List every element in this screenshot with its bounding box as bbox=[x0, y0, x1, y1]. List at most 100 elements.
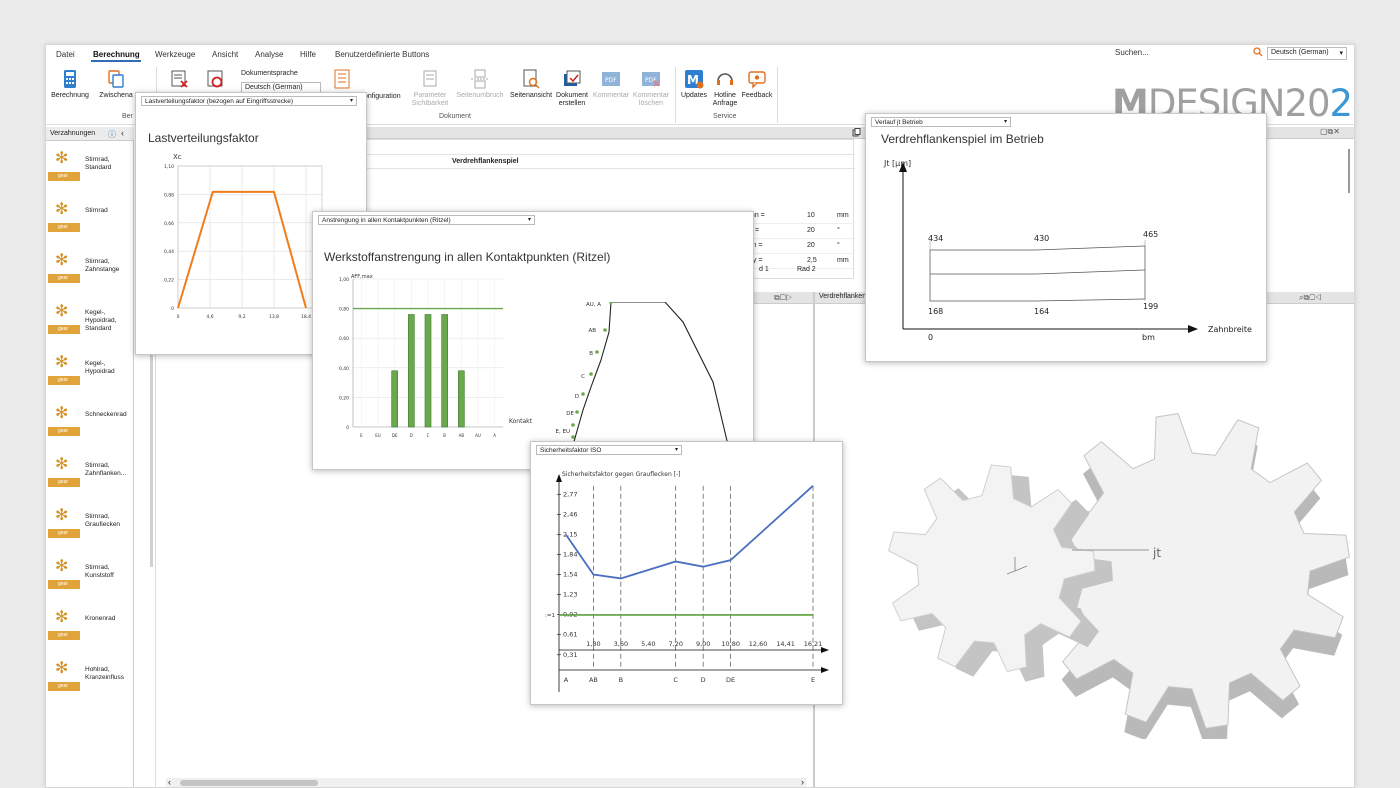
seitenumbruch-label: Seitenumbruch bbox=[456, 92, 504, 99]
sidebar-item-label: Schneckenrad bbox=[85, 411, 133, 427]
label-line-1: Kegel-, bbox=[85, 309, 106, 316]
bottom-value-left: 168 bbox=[928, 307, 943, 316]
lastverteilungsfaktor-dropdown[interactable]: Lastverteilungsfaktor (bezogen auf Eingr… bbox=[141, 96, 357, 106]
feedback-label: Feedback bbox=[741, 92, 773, 99]
info-icon[interactable]: ⓘ bbox=[108, 129, 116, 140]
sidebar-item[interactable]: ✻ gear Kronenrad bbox=[48, 606, 132, 646]
gear-view-controls-icon[interactable]: ⌕⧉▢◁ bbox=[1299, 293, 1322, 303]
sidebar-item[interactable]: ✻ gear Schneckenrad bbox=[48, 402, 132, 442]
active-menu-underline bbox=[91, 60, 141, 62]
zwischenablage-button[interactable]: Zwischena bbox=[96, 69, 136, 100]
right-pane-tabstrip bbox=[1266, 127, 1354, 139]
scroll-left-icon[interactable]: ‹ bbox=[168, 777, 171, 787]
search-input[interactable]: Suchen... bbox=[1115, 48, 1263, 61]
sidebar-item-label: Stirnrad, Zahnstange bbox=[85, 258, 133, 274]
kommentar-button[interactable]: PDF Kommentar bbox=[591, 69, 631, 100]
backlash-chart: Jt [µm] 434 430 465 168 164 199 Zahnbrei… bbox=[883, 159, 1252, 342]
menu-ansicht[interactable]: Ansicht bbox=[212, 50, 238, 59]
y-tick-label: 0,40 bbox=[339, 366, 349, 372]
gear-3d-view[interactable]: jt bbox=[887, 409, 1355, 739]
x-tick-label: 5,40 bbox=[641, 640, 655, 648]
configuration-icon[interactable] bbox=[334, 69, 350, 89]
sidebar-item[interactable]: ✻ gear Stirnrad, Kunststoff bbox=[48, 555, 132, 595]
sidebar-item[interactable]: ✻ gear Kegel-, Hypoidrad, Standard bbox=[48, 300, 132, 340]
scrollbar-thumb[interactable] bbox=[180, 780, 318, 786]
bottom-value-right: 199 bbox=[1143, 302, 1158, 311]
sidebar-item[interactable]: ✻ gear Kegel-, Hypoidrad bbox=[48, 351, 132, 391]
verlauf-dropdown[interactable]: Verlauf jt Betrieb bbox=[871, 117, 1011, 127]
gear-type-icon: ✻ gear bbox=[48, 508, 80, 538]
horizontal-scrollbar[interactable]: ‹ › bbox=[166, 777, 806, 787]
sicherheitsfaktor-dropdown[interactable]: Sicherheitsfaktor ISO bbox=[536, 445, 682, 455]
top-value-left: 434 bbox=[928, 234, 943, 243]
menu-berechnung[interactable]: Berechnung bbox=[93, 50, 140, 59]
page-preview-icon bbox=[523, 69, 540, 89]
y-tick-label: 1,10 bbox=[164, 164, 174, 170]
gear-view-tab-label[interactable]: Verdrehflanken bbox=[819, 293, 866, 300]
y-tick-label: 0,44 bbox=[164, 249, 174, 255]
menu-analyse[interactable]: Analyse bbox=[255, 50, 283, 59]
gear-type-icon: ✻ gear bbox=[48, 253, 80, 283]
seitenansicht-button[interactable]: Seitenansicht bbox=[508, 69, 554, 100]
sidebar-item[interactable]: ✻ gear Stirnrad, Zahnflanken... bbox=[48, 453, 132, 493]
kommentar-loeschen-button[interactable]: PDF Kommentar löschen bbox=[631, 69, 671, 108]
param-value: 2,5 bbox=[807, 257, 817, 264]
berechnung-button[interactable]: Berechnung bbox=[50, 69, 90, 100]
right-pane-window-icons[interactable]: ▢⧉✕ bbox=[1320, 127, 1340, 137]
updates-button[interactable]: M Updates bbox=[679, 69, 709, 100]
delete-results-icon[interactable] bbox=[170, 69, 190, 89]
label-line-3: Standard bbox=[85, 325, 112, 332]
dokumentsprache-label: Dokumentsprache bbox=[241, 70, 298, 77]
ribbon-separator bbox=[675, 67, 676, 123]
language-select[interactable]: Deutsch (German) bbox=[1267, 47, 1347, 60]
y-tick-label: 0,66 bbox=[164, 221, 174, 227]
seitenumbruch-button[interactable]: Seitenumbruch bbox=[456, 69, 504, 100]
sidebar-item[interactable]: ✻ gear Stirnrad, Standard bbox=[48, 147, 132, 187]
menu-datei[interactable]: Datei bbox=[56, 50, 75, 59]
collapse-left-icon[interactable]: ‹ bbox=[121, 128, 124, 138]
anstrengung-dropdown[interactable]: Anstrengung in allen Kontaktpunkten (Rit… bbox=[318, 215, 535, 225]
y-tick-label: 0,22 bbox=[164, 278, 174, 284]
contact-point-label: DE bbox=[726, 676, 735, 684]
contact-point-label: E bbox=[811, 676, 815, 684]
bar bbox=[391, 370, 398, 428]
hotline-anfrage-button[interactable]: Hotline Anfrage bbox=[710, 69, 740, 108]
menu-werkzeuge[interactable]: Werkzeuge bbox=[155, 50, 195, 59]
sidebar-item-label: Stirnrad, Zahnflanken... bbox=[85, 462, 133, 478]
scroll-right-icon[interactable]: › bbox=[801, 777, 804, 787]
sidebar-item[interactable]: ✻ gear Stirnrad bbox=[48, 198, 132, 238]
backlash-y-label: Jt [µm] bbox=[883, 159, 911, 168]
y-tick-label: 2,77 bbox=[563, 490, 577, 498]
x-category-label: D bbox=[410, 433, 413, 438]
contact-point bbox=[603, 328, 607, 332]
search-icon[interactable] bbox=[1253, 47, 1263, 57]
updates-label: Updates bbox=[680, 92, 708, 99]
verdrehflankenspiel-panel: Verlauf jt Betrieb Verdrehflankenspiel i… bbox=[865, 113, 1267, 362]
contact-point bbox=[571, 435, 575, 439]
gear-type-icon: ✻ gear bbox=[48, 151, 80, 181]
restore-icon[interactable] bbox=[852, 128, 861, 137]
report-pane-controls-icon[interactable]: ⧉▢▷ bbox=[774, 293, 792, 303]
updates-icon: M bbox=[685, 70, 704, 89]
right-pane-scrollbar[interactable] bbox=[1348, 149, 1350, 193]
menu-benutzerdefinierte-buttons[interactable]: Benutzerdefinierte Buttons bbox=[335, 50, 429, 59]
sidebar-item[interactable]: ✻ gear Stirnrad, Zahnstange bbox=[48, 249, 132, 289]
dokument-erstellen-button[interactable]: Dokument erstellen bbox=[552, 69, 592, 108]
menu-hilfe[interactable]: Hilfe bbox=[300, 50, 316, 59]
y-tick-label: 1,54 bbox=[563, 571, 577, 579]
sichtbarkeit-label: Sichtbarkeit bbox=[411, 100, 449, 107]
logo-year-a: 20 bbox=[1284, 82, 1330, 125]
configuration-label[interactable]: onfiguration bbox=[364, 93, 401, 101]
feedback-button[interactable]: Feedback bbox=[740, 69, 774, 100]
x-tick-label: 9,2 bbox=[238, 314, 245, 320]
sidebar-item[interactable]: ✻ gear Hohlrad, Kranzeinfluss bbox=[48, 657, 132, 697]
parameter-sichtbarkeit-button[interactable]: Parameter Sichtbarkeit bbox=[410, 69, 450, 108]
x-category-label: EU bbox=[375, 433, 381, 438]
contact-point-label: B bbox=[619, 676, 623, 684]
calculator-icon bbox=[64, 70, 76, 88]
settings-doc-icon[interactable] bbox=[206, 69, 226, 89]
x-category-label: E bbox=[360, 433, 363, 438]
sidebar-item[interactable]: ✻ gear Stirnrad, Graufiecken bbox=[48, 504, 132, 544]
x-tick-label: 4,6 bbox=[206, 314, 213, 320]
dokument-erstellen-label-2: erstellen bbox=[558, 100, 586, 107]
